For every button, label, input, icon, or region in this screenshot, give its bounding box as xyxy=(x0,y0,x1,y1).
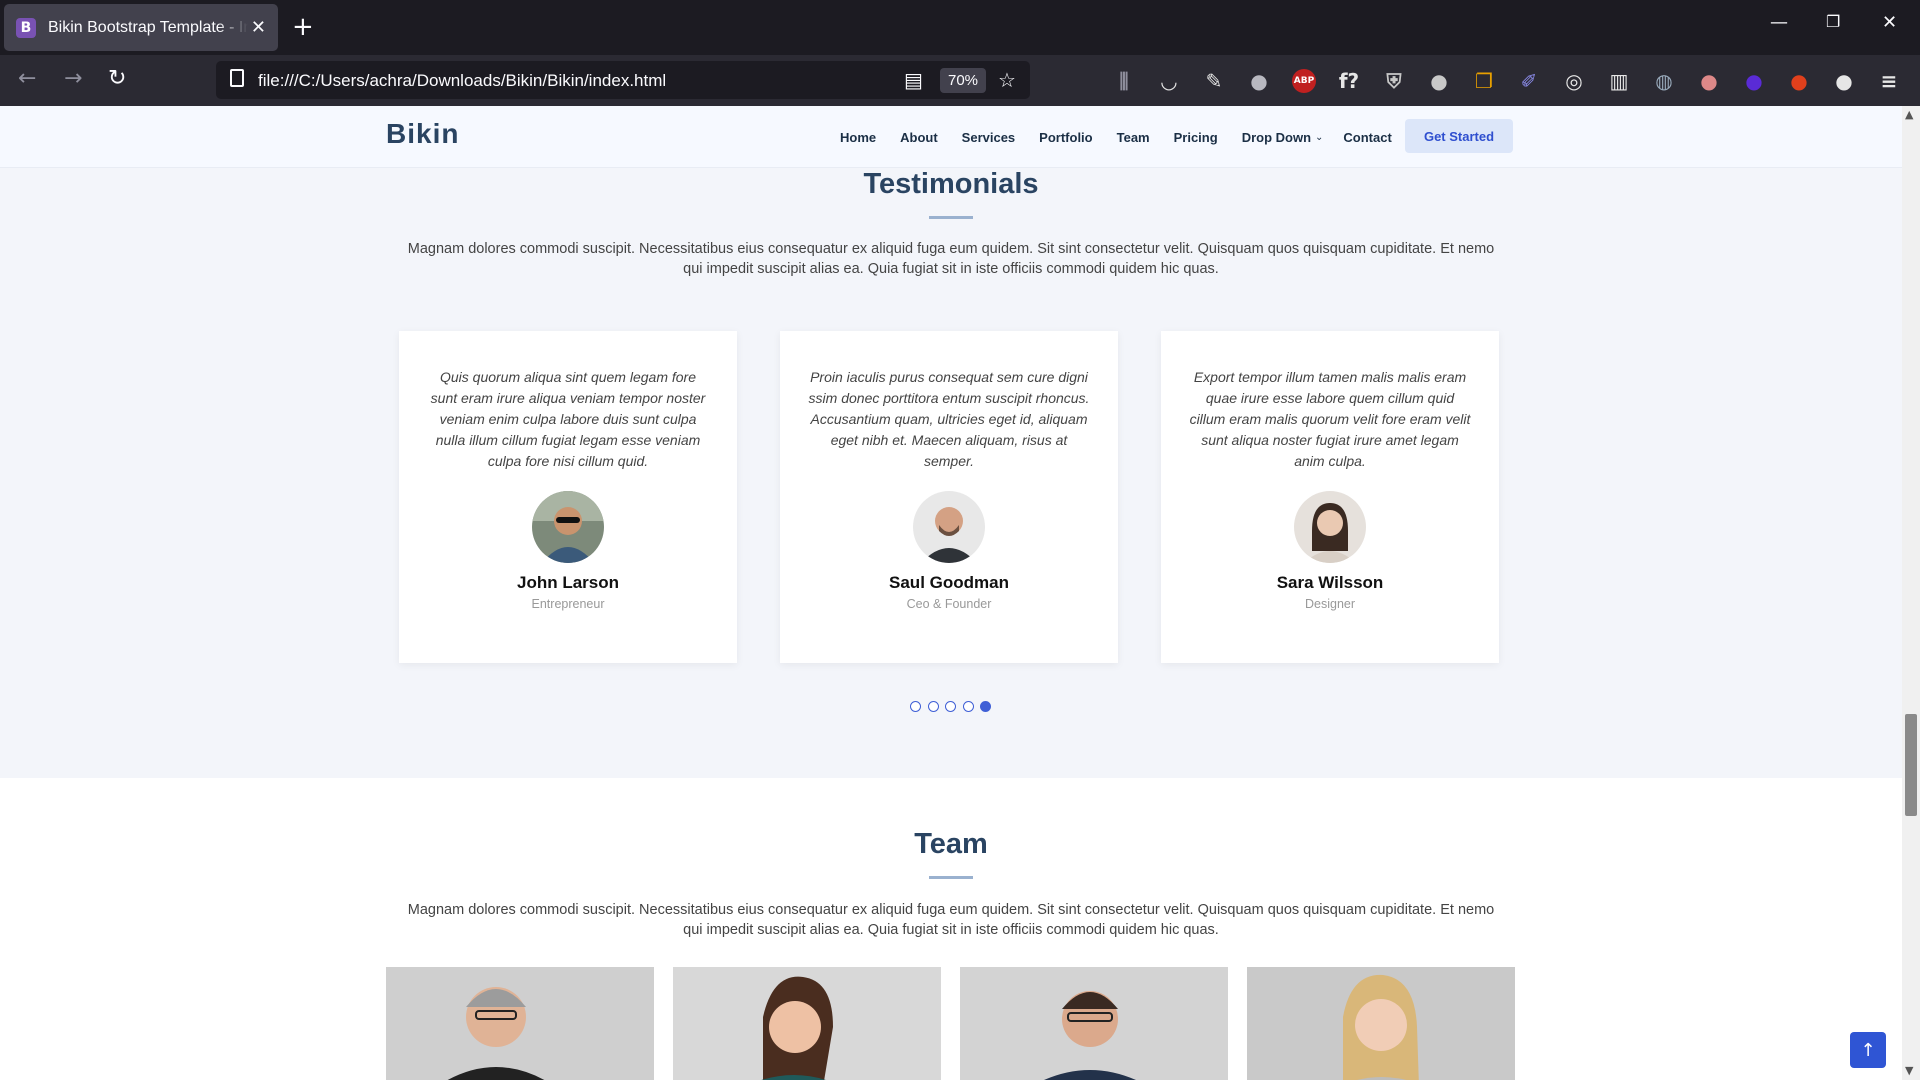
title-divider xyxy=(929,876,973,879)
restore-icon[interactable]: ❐ xyxy=(1826,12,1840,31)
ext-icon[interactable]: ● xyxy=(1427,69,1451,93)
ext-icon[interactable]: ● xyxy=(1832,69,1856,93)
reader-view-icon[interactable]: ▤ xyxy=(904,68,923,92)
reload-icon[interactable]: ↻ xyxy=(108,66,126,92)
nav-services[interactable]: Services xyxy=(962,130,1016,145)
carousel-dot[interactable] xyxy=(945,701,956,712)
scrollbar-thumb[interactable] xyxy=(1905,714,1917,816)
testimonial-role: Ceo & Founder xyxy=(906,597,992,611)
testimonial-name: Sara Wilsson xyxy=(1276,573,1384,592)
carousel-dot[interactable] xyxy=(927,701,939,712)
page-scrollbar[interactable]: ▲ ▼ xyxy=(1902,106,1920,1080)
close-window-icon[interactable]: ✕ xyxy=(1882,12,1897,33)
nav-dropdown[interactable]: Drop Down xyxy=(1242,130,1311,145)
carousel-dot[interactable] xyxy=(980,701,991,712)
back-icon[interactable]: ← xyxy=(18,66,36,92)
new-tab-icon[interactable]: + xyxy=(292,12,314,42)
testimonial-role: Entrepreneur xyxy=(531,597,605,611)
team-member-photo[interactable] xyxy=(386,967,654,1080)
chevron-down-icon: ⌄ xyxy=(1315,131,1324,143)
avatar xyxy=(532,491,604,563)
testimonial-quote: Quis quorum aliqua sint quem legam fore … xyxy=(430,369,706,469)
site-logo[interactable]: Bikin xyxy=(386,118,459,150)
site-nav: Home About Services Portfolio Team Prici… xyxy=(840,106,1416,168)
carousel-dot[interactable] xyxy=(910,701,921,712)
menu-icon[interactable]: ≡ xyxy=(1877,69,1901,93)
team-member-photo[interactable] xyxy=(960,967,1228,1080)
browser-tab[interactable]: B Bikin Bootstrap Template - Index ✕ xyxy=(4,4,278,51)
nav-contact[interactable]: Contact xyxy=(1343,130,1391,145)
favicon-icon: B xyxy=(16,17,36,38)
instagram-icon[interactable]: ◎ xyxy=(1562,69,1586,93)
zoom-level[interactable]: 70% xyxy=(940,68,986,93)
pen-icon[interactable]: ✐ xyxy=(1517,69,1541,93)
ext-icon[interactable]: ● xyxy=(1742,69,1766,93)
nav-about[interactable]: About xyxy=(900,130,938,145)
team-description: Magnam dolores commodi suscipit. Necessi… xyxy=(407,902,1495,938)
bookmark-star-icon[interactable]: ☆ xyxy=(998,68,1016,92)
testimonial-quote: Export tempor illum tamen malis malis er… xyxy=(1189,369,1471,469)
testimonials-title: Testimonials xyxy=(863,168,1039,200)
library-icon[interactable]: ⫼ xyxy=(1112,69,1136,93)
url-bar[interactable]: file:///C:/Users/achra/Downloads/Bikin/B… xyxy=(216,61,1030,99)
nav-dropdown-label: Drop Down xyxy=(1241,129,1312,145)
testimonial-role: Designer xyxy=(1304,597,1356,611)
nav-portfolio[interactable]: Portfolio xyxy=(1039,130,1092,145)
scroll-up-icon[interactable]: ▲ xyxy=(1905,108,1913,121)
globe-icon[interactable]: ◍ xyxy=(1652,69,1676,93)
testimonial-card: Export tempor illum tamen malis malis er… xyxy=(1161,331,1499,663)
site-header: Bikin Home About Services Portfolio Team… xyxy=(0,106,1902,168)
pocket-icon[interactable]: ◡ xyxy=(1157,69,1181,93)
url-text[interactable]: file:///C:/Users/achra/Downloads/Bikin/B… xyxy=(258,71,666,91)
back-to-top-button[interactable]: ↑ xyxy=(1850,1032,1886,1068)
minimize-icon[interactable]: — xyxy=(1770,12,1788,33)
fontface-icon[interactable]: f? xyxy=(1337,69,1361,93)
arrow-up-icon: ↑ xyxy=(1860,1039,1876,1061)
page-icon xyxy=(230,69,244,87)
nav-home[interactable]: Home xyxy=(840,130,876,145)
browser-navbar: ← → ↻ file:///C:/Users/achra/Downloads/B… xyxy=(0,55,1920,106)
browser-tabbar: B Bikin Bootstrap Template - Index ✕ + —… xyxy=(0,0,1920,55)
team-title: Team xyxy=(914,828,988,860)
page-viewport: Testimonials Magnam dolores commodi susc… xyxy=(0,106,1902,1080)
scroll-down-icon[interactable]: ▼ xyxy=(1905,1064,1913,1077)
nav-pricing[interactable]: Pricing xyxy=(1174,130,1218,145)
testimonials-description: Magnam dolores commodi suscipit. Necessi… xyxy=(407,241,1495,277)
title-divider xyxy=(929,216,973,219)
carousel-pagination xyxy=(910,701,998,712)
copy-icon[interactable]: ❐ xyxy=(1472,69,1496,93)
shield-icon[interactable]: ⛨ xyxy=(1382,69,1406,93)
carousel-dot[interactable] xyxy=(962,701,974,712)
nav-team[interactable]: Team xyxy=(1117,130,1150,145)
team-member-photo[interactable] xyxy=(673,967,941,1080)
tab-title: Bikin Bootstrap Template - Index xyxy=(48,18,248,36)
team-section: Team Magnam dolores commodi suscipit. Ne… xyxy=(0,778,1902,1080)
wrench-icon[interactable]: ✎ xyxy=(1202,69,1226,93)
testimonial-card: Quis quorum aliqua sint quem legam fore … xyxy=(399,331,737,663)
avatar xyxy=(913,491,985,563)
ext-icon[interactable]: ● xyxy=(1787,69,1811,93)
ext-icon[interactable]: ● xyxy=(1247,69,1271,93)
testimonial-card: Proin iaculis purus consequat sem cure d… xyxy=(780,331,1118,663)
get-started-button[interactable]: Get Started xyxy=(1405,119,1513,153)
testimonial-quote: Proin iaculis purus consequat sem cure d… xyxy=(808,369,1090,469)
tab-close-icon[interactable]: ✕ xyxy=(251,17,266,38)
columns-icon[interactable]: ▥ xyxy=(1607,69,1631,93)
team-member-photo[interactable] xyxy=(1247,967,1515,1080)
abp-icon[interactable]: ABP xyxy=(1292,69,1316,93)
testimonial-name: John Larson xyxy=(516,573,619,592)
testimonial-name: Saul Goodman xyxy=(889,573,1009,592)
forward-icon[interactable]: → xyxy=(64,66,82,92)
avatar xyxy=(1294,491,1366,563)
ext-icon[interactable]: ● xyxy=(1697,69,1721,93)
